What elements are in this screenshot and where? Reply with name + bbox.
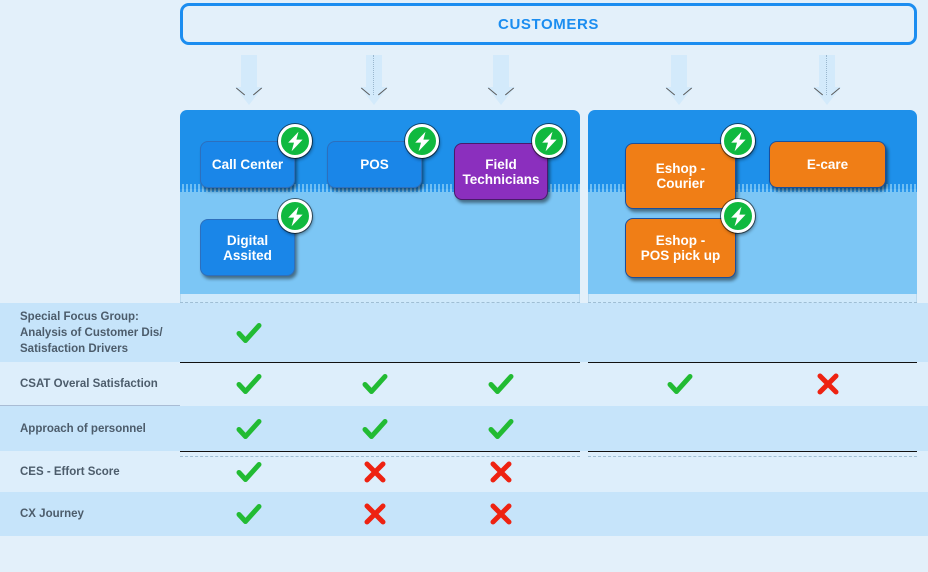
matrix-row: Approach of personnel [0,406,928,451]
matrix-row-label: CES - Effort Score [20,465,120,478]
arrow-shaft [241,55,257,87]
arrow-pos [360,55,388,105]
arrow-ecare [813,55,841,105]
matrix-row: Special Focus Group: Analysis of Customer… [0,303,928,362]
cross-icon [484,455,518,489]
lightning-bolt-icon[interactable] [278,124,312,158]
channel-chip-label: Eshop - Courier [655,161,706,191]
matrix-row: CSAT Overal Satisfaction [0,362,928,406]
customers-header-box: CUSTOMERS [180,3,917,45]
arrow-tick [488,85,514,99]
arrow-tick [666,85,692,99]
matrix-row-label: CSAT Overal Satisfaction [20,378,158,390]
arrow-tick [361,85,387,99]
lightning-bolt-icon[interactable] [405,124,439,158]
lightning-bolt-icon[interactable] [721,124,755,158]
check-icon [358,412,392,446]
arrow-shaft [366,55,382,87]
matrix-row-label: Approach of personnel [20,422,146,435]
channel-chip-eshop-courier[interactable]: Eshop - Courier [625,143,736,209]
matrix-row-cells [180,492,928,536]
matrix-row-label: CX Journey [20,508,84,520]
channel-chip-label: Call Center [211,157,284,172]
lightning-bolt-icon[interactable] [532,124,566,158]
cross-icon [811,367,845,401]
footer-spacer [0,536,928,572]
check-icon [484,367,518,401]
lightning-bolt-icon[interactable] [278,199,312,233]
check-icon [484,412,518,446]
check-icon [232,455,266,489]
channel-chip-label: E-care [806,157,849,172]
lightning-bolt-icon[interactable] [721,199,755,233]
check-icon [358,367,392,401]
arrow-shaft [671,55,687,87]
matrix-row: CES - Effort Score [0,451,928,492]
matrix-row-cells [180,406,928,451]
channel-chip-label: POS [360,157,389,172]
channel-chip-field-technicians[interactable]: Field Technicians [454,143,548,200]
arrow-tick [814,85,840,99]
channel-chip-eshop-pos-pickup[interactable]: Eshop - POS pick up [625,218,736,278]
matrix-row: CX Journey [0,492,928,536]
matrix-row-cells [180,362,928,406]
matrix-row-cells [180,451,928,492]
arrow-tick [236,85,262,99]
check-icon [232,316,266,350]
cross-icon [358,455,392,489]
check-icon [663,367,697,401]
channel-chip-label: Field Technicians [462,156,540,187]
cross-icon [484,497,518,531]
arrow-field [487,55,515,105]
arrow-shaft [819,55,835,87]
check-icon [232,367,266,401]
channel-chip-ecare[interactable]: E-care [769,141,886,188]
matrix-row-cells [180,303,928,362]
page-title: CUSTOMERS [498,15,599,33]
arrow-shaft [493,55,509,87]
check-icon [232,497,266,531]
check-icon [232,412,266,446]
channel-chip-label: Eshop - POS pick up [640,233,721,263]
channel-chip-label: Digital Assited [223,232,272,263]
arrow-eshop [665,55,693,105]
arrow-call-center [235,55,263,105]
channel-chip-digital-assisted[interactable]: Digital Assited [200,219,295,276]
matrix-row-label: Special Focus Group: Analysis of Customer… [20,310,163,355]
cross-icon [358,497,392,531]
